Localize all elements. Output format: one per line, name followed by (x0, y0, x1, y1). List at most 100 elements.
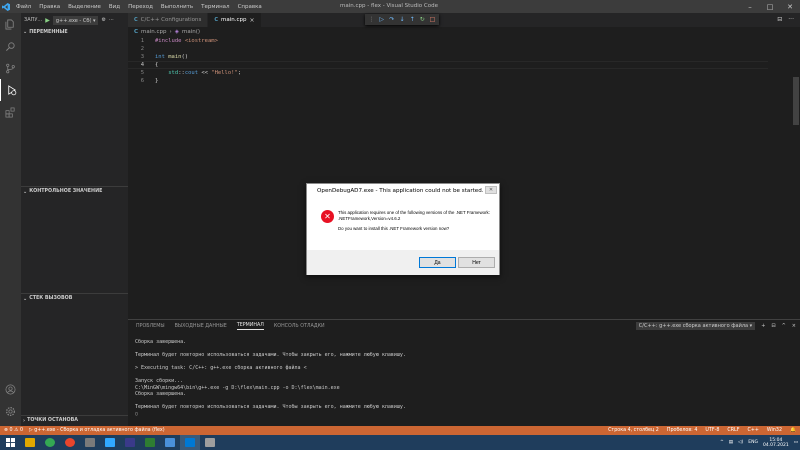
tab-output[interactable]: ВЫХОДНЫЕ ДАННЫЕ (175, 324, 227, 329)
dialog-message: This application requires one of the fol… (338, 210, 493, 232)
tab-main-cpp[interactable]: C main.cpp × (208, 13, 262, 27)
notifications-bell-icon[interactable]: 🔔 (790, 428, 796, 433)
terminal-select[interactable]: C/C++: g++.exe сборка активного файла ▾ (635, 322, 756, 330)
menu-view[interactable]: Вид (109, 4, 120, 10)
menu-terminal[interactable]: Терминал (201, 4, 229, 10)
volume-icon[interactable]: ◁) (738, 440, 743, 445)
code-text: #include <iostream> (155, 38, 218, 44)
scrollbar-thumb[interactable] (793, 77, 799, 125)
indentation-status[interactable]: Пробелов: 4 (667, 428, 698, 433)
search-icon[interactable] (0, 35, 21, 57)
close-panel-icon[interactable]: × (792, 323, 796, 329)
clock[interactable]: 15:04 04.07.2021 (763, 438, 789, 448)
new-terminal-icon[interactable]: + (761, 323, 765, 329)
continue-icon[interactable]: ▷ (378, 16, 385, 23)
tray-chevron-icon[interactable]: ^ (720, 440, 724, 445)
line-number: 2 (140, 46, 144, 52)
close-window-button[interactable]: ✕ (780, 0, 800, 13)
more-actions-icon[interactable]: ··· (109, 17, 114, 23)
maximize-button[interactable]: □ (760, 0, 780, 13)
taskbar-app-chrome-icon[interactable] (40, 435, 60, 450)
chevron-right-icon: › (23, 417, 26, 424)
yes-button[interactable]: Да (419, 257, 456, 268)
taskbar-app-tools-icon[interactable] (80, 435, 100, 450)
explorer-icon[interactable] (0, 13, 21, 35)
clock-date: 04.07.2021 (762, 442, 789, 448)
settings-gear-icon[interactable] (0, 400, 21, 422)
taskbar-app-vscode-icon[interactable] (180, 435, 200, 450)
editor-tabs: C C/C++ Configurations C main.cpp × (128, 13, 800, 27)
editor-scrollbar[interactable] (792, 37, 800, 317)
step-into-icon[interactable]: ↓ (398, 16, 405, 23)
taskbar-app-window-icon[interactable] (200, 435, 220, 450)
eol-status[interactable]: CRLF (727, 428, 739, 433)
extensions-icon[interactable] (0, 101, 21, 123)
taskbar-app-document-icon[interactable] (140, 435, 160, 450)
menu-help[interactable]: Справка (238, 4, 262, 10)
network-icon[interactable]: ▤ (729, 440, 733, 445)
restart-icon[interactable]: ↻ (419, 16, 426, 23)
close-tab-icon[interactable]: × (250, 17, 255, 24)
debug-config-select[interactable]: g++.exe - Сб( ▾ (52, 15, 99, 25)
variables-section-header[interactable]: ⌄ ПЕРЕМЕННЫЕ (21, 27, 128, 37)
code-text: } (155, 78, 158, 84)
breakpoints-section-header[interactable]: › ТОЧКИ ОСТАНОВА (21, 415, 128, 425)
tab-problems[interactable]: ПРОБЛЕМЫ (136, 324, 165, 329)
bottom-panel: ПРОБЛЕМЫ ВЫХОДНЫЕ ДАННЫЕ ТЕРМИНАЛ КОНСОЛ… (128, 319, 800, 426)
split-editor-icon[interactable]: ⊟ (777, 16, 782, 23)
source-control-icon[interactable] (0, 57, 21, 79)
code-editor[interactable]: 1 #include <iostream> 2 3 int main() 4{ 5 … (128, 37, 792, 317)
split-terminal-icon[interactable]: ⊟ (771, 323, 775, 329)
language-indicator[interactable]: ENG (748, 440, 758, 445)
menu-go[interactable]: Переход (128, 4, 153, 10)
tab-debug-console[interactable]: КОНСОЛЬ ОТЛАДКИ (274, 324, 325, 329)
taskbar-app-photoshop-icon[interactable] (100, 435, 120, 450)
menu-file[interactable]: Файл (16, 4, 31, 10)
editor-actions: ⊟ ··· (777, 16, 794, 23)
tab-cpp-configurations[interactable]: C C/C++ Configurations (128, 13, 209, 27)
no-button[interactable]: Нет (458, 257, 495, 268)
language-status[interactable]: C++ (748, 428, 759, 433)
open-launch-json-gear-icon[interactable]: ⚙ (101, 17, 105, 23)
code-line: 1 #include <iostream> (128, 37, 768, 45)
debug-config-status[interactable]: ▷ g++.exe - Сборка и отладка активного ф… (29, 428, 165, 433)
taskbar-app-media-icon[interactable] (120, 435, 140, 450)
more-editor-actions-icon[interactable]: ··· (788, 16, 794, 23)
taskbar-app-remote-desktop-icon[interactable] (160, 435, 180, 450)
step-over-icon[interactable]: ↷ (388, 16, 395, 23)
maximize-panel-icon[interactable]: ^ (782, 323, 786, 329)
account-icon[interactable] (0, 378, 21, 400)
watch-section-header[interactable]: ⌄ КОНТРОЛЬНОЕ ЗНАЧЕНИЕ (21, 186, 128, 196)
dialog-title: OpenDebugAD7.exe - This application coul… (307, 184, 499, 198)
code-line: 3 int main() (128, 53, 768, 61)
tab-terminal[interactable]: ТЕРМИНАЛ (236, 323, 264, 330)
start-button[interactable] (0, 435, 20, 450)
menu-run[interactable]: Выполнить (161, 4, 193, 10)
terminal-output[interactable]: Сборка завершена. Терминал будет повторн… (135, 339, 406, 417)
breadcrumb-symbol[interactable]: main() (182, 29, 200, 35)
run-and-debug-icon[interactable] (0, 79, 21, 101)
call-stack-section-header[interactable]: ⌄ СТЕК ВЫЗОВОВ (21, 293, 128, 303)
code-token: main (168, 54, 182, 60)
drag-grip-icon[interactable]: ⋮ (368, 16, 375, 23)
notifications-icon[interactable]: ▭ (794, 440, 798, 445)
taskbar-app-file-explorer-icon[interactable] (20, 435, 40, 450)
cursor-position-status[interactable]: Строка 4, столбец 2 (608, 428, 659, 433)
breadcrumb-file[interactable]: main.cpp (141, 29, 167, 35)
problems-status[interactable]: ⊗ 0 ⚠ 0 (4, 428, 23, 433)
menu-edit[interactable]: Правка (39, 4, 60, 10)
stop-icon[interactable]: □ (429, 16, 436, 23)
code-line: 5 std::cout << "Hello!"; (128, 69, 768, 77)
step-out-icon[interactable]: ↑ (409, 16, 416, 23)
line-number: 3 (140, 54, 144, 60)
start-debugging-icon[interactable]: ▶ (45, 17, 50, 24)
taskbar-app-opera-icon[interactable] (60, 435, 80, 450)
dialog-close-button[interactable]: ✕ (485, 186, 497, 194)
menu-selection[interactable]: Выделение (68, 4, 101, 10)
minimize-button[interactable]: – (740, 0, 760, 13)
line-number: 5 (140, 70, 144, 76)
encoding-status[interactable]: UTF-8 (705, 428, 719, 433)
platform-status[interactable]: Win32 (767, 428, 782, 433)
tab-label: C/C++ Configurations (140, 17, 202, 23)
